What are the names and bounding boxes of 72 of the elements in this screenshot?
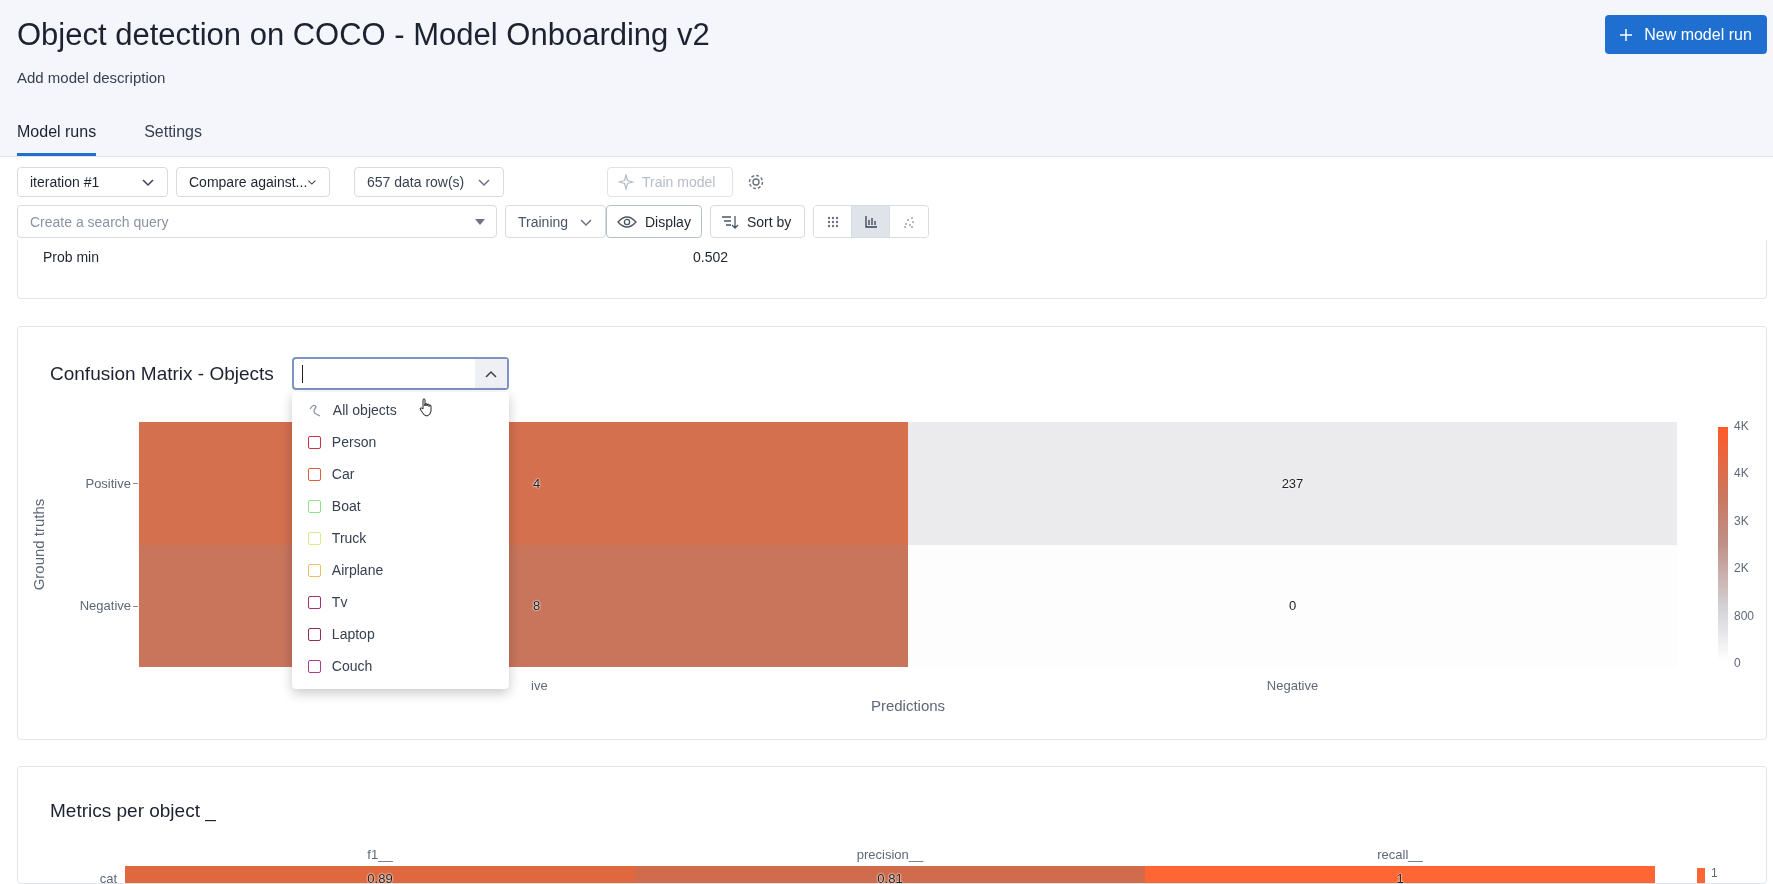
compare-select[interactable]: Compare against... <box>176 167 330 197</box>
dropdown-option[interactable]: Truck <box>291 522 509 554</box>
grid-icon <box>826 215 839 228</box>
iteration-select[interactable]: iteration #1 <box>17 167 168 197</box>
cell-value: 0 <box>1288 598 1297 614</box>
view-toggle[interactable] <box>852 206 890 237</box>
view-toggle[interactable] <box>814 206 852 237</box>
dropdown-option[interactable]: Car <box>291 458 509 490</box>
search-field[interactable]: Create a search query <box>17 205 497 238</box>
caret-down-icon <box>475 219 485 225</box>
object-filter-field[interactable] <box>291 357 509 390</box>
axis-title: Ground truths <box>30 498 47 591</box>
split-select[interactable]: Training <box>505 205 606 238</box>
data-rows-select[interactable]: 657 data row(s) <box>354 167 504 197</box>
checkbox[interactable] <box>307 595 321 609</box>
axis-label: Negative <box>1266 678 1319 693</box>
stat-value: 0.502 <box>693 249 729 265</box>
settings-icon <box>747 173 765 191</box>
display-button[interactable]: Display <box>606 205 702 238</box>
tab[interactable]: Model runs <box>17 123 97 156</box>
dropdown-option[interactable]: Laptop <box>291 618 509 650</box>
scale-label: 4K <box>1734 466 1750 481</box>
scale-label: 1 <box>1711 866 1718 880</box>
scale-label: 3K <box>1734 513 1750 528</box>
cell-value: 0.89 <box>367 870 393 883</box>
scale-label: 2K <box>1734 561 1750 576</box>
axis-label: ive <box>531 678 548 693</box>
page-title: Object detection on COCO - Model Onboarding v2 <box>17 16 710 54</box>
chevron-down-icon <box>477 176 491 188</box>
sort-button[interactable]: Sort by <box>710 205 805 238</box>
checkbox[interactable] <box>307 659 321 673</box>
cell-value: 8 <box>533 598 541 614</box>
scale-label: 4K <box>1734 419 1750 433</box>
bar-chart-icon <box>864 215 877 228</box>
description-link[interactable]: Add model description <box>17 69 710 86</box>
checkbox[interactable] <box>307 467 321 481</box>
axis-label: Positive <box>85 475 131 491</box>
scatter-icon <box>903 215 915 228</box>
cell-value: 4 <box>533 475 541 491</box>
dropdown-option[interactable]: Tv <box>291 586 509 618</box>
new-model-run-button[interactable]: New model run <box>1605 15 1767 54</box>
axis-title: Predictions <box>870 697 946 716</box>
cell-value: 0.81 <box>877 870 903 883</box>
dropdown-option[interactable]: Airplane <box>291 554 509 586</box>
plus-icon <box>1620 28 1633 41</box>
cell-value: 237 <box>1281 475 1304 491</box>
axis-label: f1__ <box>367 847 393 862</box>
hand-cursor-icon <box>417 397 434 417</box>
chevron-down-icon <box>141 176 155 188</box>
chart-title: Metrics per object _ <box>49 799 217 822</box>
axis-label: cat <box>99 870 117 883</box>
dropdown-option[interactable]: Couch <box>291 650 509 682</box>
axis-label: recall__ <box>1377 847 1423 862</box>
scale-label: 800 <box>1734 608 1756 623</box>
squiggle-icon <box>307 403 322 417</box>
tab[interactable]: Settings <box>144 123 202 156</box>
scale-label: 0 <box>1734 655 1742 670</box>
axis-label: precision__ <box>856 847 924 862</box>
checkbox[interactable] <box>307 435 321 449</box>
stat-label: Prob min <box>43 249 101 265</box>
sparkle-icon <box>618 174 634 190</box>
sort-icon <box>721 214 739 229</box>
dropdown-option[interactable]: Person <box>291 426 509 458</box>
dropdown-option[interactable]: Boat <box>291 490 509 522</box>
chevron-up-icon <box>483 368 498 379</box>
dropdown-option[interactable]: All objects <box>291 394 509 426</box>
axis-label: Negative <box>79 598 131 614</box>
cell-value: 1 <box>1396 870 1404 883</box>
checkbox[interactable] <box>307 627 321 641</box>
chart-title: Confusion Matrix - Objects <box>50 362 274 385</box>
eye-icon <box>617 214 637 229</box>
view-toggle-group[interactable] <box>813 205 929 238</box>
